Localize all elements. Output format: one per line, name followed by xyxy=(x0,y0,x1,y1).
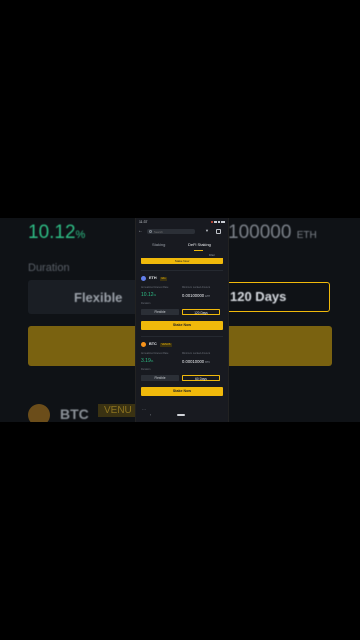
wifi-icon xyxy=(218,221,220,223)
search-icon xyxy=(149,230,152,233)
status-time: 11:37 xyxy=(139,220,148,224)
filter-chip[interactable]: Filter xyxy=(209,254,215,257)
arrow-left-icon[interactable]: ← xyxy=(138,228,143,234)
system-nav-bar: ⋯ ‹ xyxy=(136,408,228,422)
search-box[interactable] xyxy=(147,229,195,234)
search-input[interactable] xyxy=(154,229,192,234)
nav-back-icon[interactable]: ‹ xyxy=(150,413,151,417)
record-dot-icon xyxy=(211,221,213,223)
status-bar: 11:37 xyxy=(136,218,228,226)
active-tab-indicator xyxy=(194,250,203,251)
status-icons xyxy=(211,221,225,223)
bg-min-amount: 100000 ETH xyxy=(228,222,317,243)
card-coin-name: ETH xyxy=(149,276,157,280)
home-indicator[interactable] xyxy=(177,414,185,416)
bg-btc-icon xyxy=(28,404,50,422)
apy-label: Annualized Interest Rate xyxy=(141,286,169,289)
option-days[interactable]: 120 Days xyxy=(182,309,220,315)
more-icon: ⋯ xyxy=(142,407,146,412)
duration-label: Duration xyxy=(141,302,151,305)
eth-icon xyxy=(141,276,146,281)
card-divider xyxy=(141,270,223,271)
protocol-badge: lido xyxy=(160,276,168,281)
filter-icon[interactable]: ▼ xyxy=(205,229,209,233)
bg-flexible-label: Flexible xyxy=(74,290,123,305)
tab-defi-staking[interactable]: DeFi Staking xyxy=(188,242,211,247)
tab-bar: Staking DeFi Staking xyxy=(136,240,228,252)
min-amount-label: Minimum Locked Amount xyxy=(182,286,211,289)
stake-now-button[interactable]: Stake Now xyxy=(141,321,223,330)
stake-now-button[interactable]: Stake Now xyxy=(141,387,223,396)
battery-icon xyxy=(221,221,225,223)
history-icon[interactable] xyxy=(216,228,221,234)
bg-btc-label: BTC xyxy=(60,406,89,422)
min-amount-value: 0.00100000 ETH xyxy=(182,293,211,298)
min-amount-label: Minimum Locked Amount xyxy=(182,352,211,355)
option-days[interactable]: 60 Days xyxy=(182,375,220,381)
btc-icon xyxy=(141,342,146,347)
apy-value: 3.19% xyxy=(141,358,154,364)
bg-duration-label: Duration xyxy=(28,262,70,274)
option-flexible[interactable]: Flexible xyxy=(141,309,179,315)
card-divider xyxy=(141,336,223,337)
bg-days-label: 120 Days xyxy=(230,289,287,304)
signal-icon xyxy=(214,221,217,223)
prev-stake-label: Stake Now xyxy=(174,259,190,263)
option-flexible[interactable]: Flexible xyxy=(141,375,179,381)
bg-venus-badge: VENU xyxy=(98,404,138,417)
min-amount-value: 0.00010000 BTC xyxy=(182,359,211,364)
tab-staking[interactable]: Staking xyxy=(152,242,165,247)
phone-screen: 11:37 ← ▼ Staking DeFi Staking Filter St… xyxy=(135,218,229,422)
apy-value: 10.12% xyxy=(141,292,157,298)
duration-label: Duration xyxy=(141,368,151,371)
prev-stake-button[interactable]: Stake Now xyxy=(141,258,223,264)
bg-apy: 10.12% xyxy=(28,222,86,243)
protocol-badge: VENUS xyxy=(160,342,172,347)
card-coin-name: BTC xyxy=(149,342,157,346)
top-bar: ← ▼ xyxy=(136,227,228,237)
apy-label: Annualized Interest Rate xyxy=(141,352,169,355)
